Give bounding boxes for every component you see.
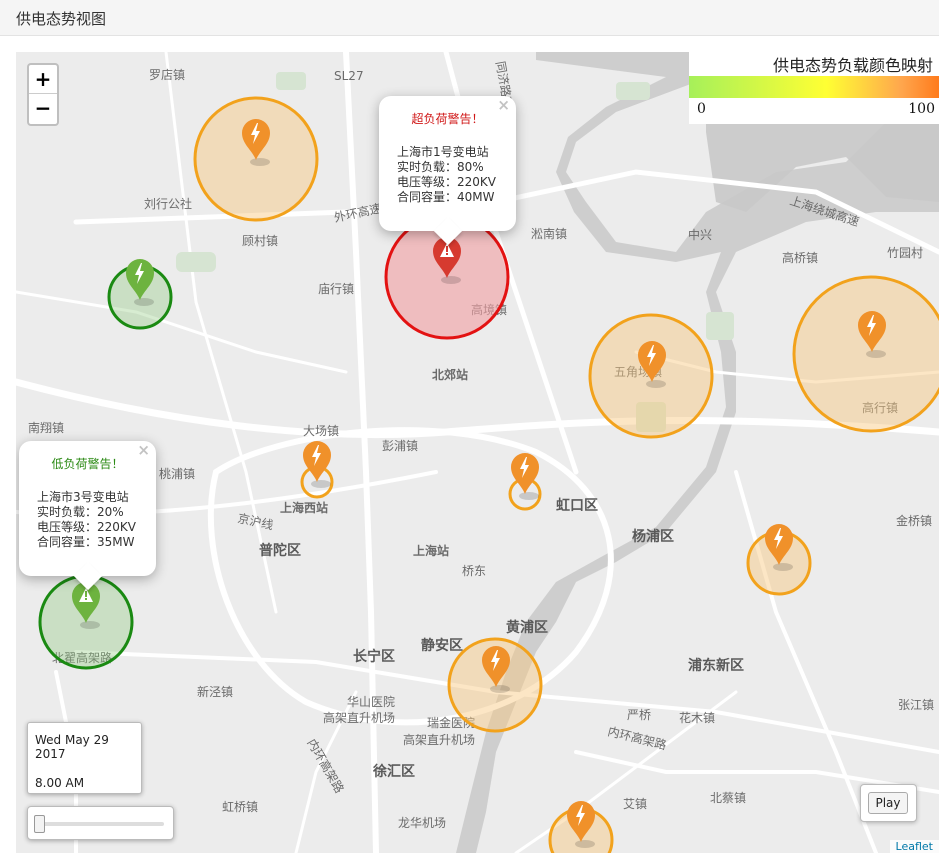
popup-station-name: 上海市1号变电站 — [397, 145, 489, 159]
legend-gradient-bar — [689, 76, 939, 98]
place-label: 内环高架路 — [606, 723, 668, 752]
popup-voltage: 电压等级：220KV — [37, 520, 136, 534]
place-label: 彭浦镇 — [382, 439, 418, 453]
slider-track[interactable] — [38, 822, 164, 826]
place-label: 上海西站 — [280, 500, 328, 515]
place-label: 高架直升机场 — [323, 710, 395, 725]
place-label: 花木镇 — [679, 710, 715, 725]
popup-load: 实时负载：20% — [37, 505, 124, 519]
popup-close-icon[interactable]: × — [137, 443, 150, 458]
place-label: 金桥镇 — [896, 513, 932, 528]
place-label: 罗店镇 — [149, 68, 185, 82]
place-label: 顾村镇 — [242, 234, 278, 248]
district-label: 长宁区 — [353, 648, 395, 665]
popup-title: 超负荷警告！ — [411, 112, 484, 126]
place-label: SL27 — [334, 69, 364, 83]
map[interactable]: 罗店镇 刘行公社 顾村镇 庙行镇 淞南镇 中兴 高桥镇 竹园村 高境镇 北郊站 … — [16, 52, 939, 853]
panel-title: 供电态势视图 — [16, 10, 107, 28]
place-label: 桥东 — [462, 564, 486, 578]
place-label: 京沪线 — [236, 511, 274, 532]
district-label: 普陀区 — [259, 542, 301, 559]
place-label: 刘行公社 — [144, 196, 192, 211]
overload-popup: × 超负荷警告！ 上海市1号变电站 实时负载：80% 电压等级：220KV 合同… — [379, 96, 516, 246]
place-label: 高桥镇 — [782, 250, 818, 265]
play-button[interactable]: Play — [868, 792, 908, 814]
legend-title: 供电态势负载颜色映射 — [772, 56, 933, 75]
time-clock: 8.00 AM — [35, 776, 85, 790]
place-label: 外环高速 — [333, 200, 383, 225]
district-label: 黄浦区 — [506, 619, 548, 636]
popup-capacity: 合同容量：35MW — [37, 535, 135, 549]
play-control: Play — [860, 784, 917, 822]
panel-header: 供电态势视图 — [0, 0, 939, 36]
legend-min-label: 0 — [697, 101, 706, 117]
popup-capacity: 合同容量：40MW — [397, 190, 495, 204]
time-display: Wed May 29 2017 8.00 AM — [27, 722, 142, 794]
place-label: 高架直升机场 — [403, 732, 475, 747]
attribution-link[interactable]: Leaflet — [889, 840, 939, 853]
place-label: 虹桥镇 — [222, 800, 258, 814]
legend-max-label: 100 — [908, 101, 935, 117]
popup-close-icon[interactable]: × — [497, 98, 510, 113]
place-label: 严桥 — [627, 708, 651, 722]
place-label: 新泾镇 — [197, 684, 233, 699]
place-label: 桃浦镇 — [159, 466, 195, 481]
district-label: 浦东新区 — [688, 657, 744, 674]
zoom-in-button[interactable]: + — [29, 65, 57, 94]
place-label: 艾镇 — [623, 797, 647, 811]
place-label: 庙行镇 — [318, 282, 354, 296]
place-label: 淞南镇 — [531, 226, 567, 241]
slider-handle[interactable] — [34, 815, 45, 833]
place-label: 大场镇 — [303, 424, 339, 438]
place-label: 中兴 — [688, 227, 712, 242]
underload-popup: × 低负荷警告！ 上海市3号变电站 实时负载：20% 电压等级：220KV 合同… — [19, 441, 156, 591]
popup-station-name: 上海市3号变电站 — [37, 490, 129, 504]
time-slider[interactable] — [27, 806, 174, 840]
district-label: 静安区 — [421, 637, 463, 654]
place-label: 内环高架路 — [304, 736, 347, 795]
place-label: 北蔡镇 — [710, 791, 746, 805]
district-label: 虹口区 — [556, 498, 598, 514]
district-label: 杨浦区 — [632, 528, 674, 545]
power-marker-icon — [303, 441, 331, 488]
popup-voltage: 电压等级：220KV — [397, 175, 496, 189]
popup-load: 实时负载：80% — [397, 160, 484, 174]
popup-title: 低负荷警告！ — [51, 457, 124, 471]
place-label: 南翔镇 — [28, 420, 64, 435]
place-label: 龙华机场 — [398, 816, 446, 830]
district-label: 徐汇区 — [372, 763, 415, 780]
zoom-out-button[interactable]: − — [29, 94, 57, 123]
zoom-control: + − — [27, 63, 59, 126]
power-marker-icon — [511, 453, 539, 500]
place-label: 北郊站 — [432, 367, 468, 382]
place-label: 张江镇 — [898, 698, 934, 712]
place-label: 竹园村 — [887, 246, 923, 260]
place-label: 华山医院 — [347, 695, 395, 709]
color-legend: 供电态势负载颜色映射 0 100 — [689, 52, 939, 124]
time-date: Wed May 29 2017 — [35, 733, 109, 761]
place-label: 上海站 — [413, 543, 449, 558]
